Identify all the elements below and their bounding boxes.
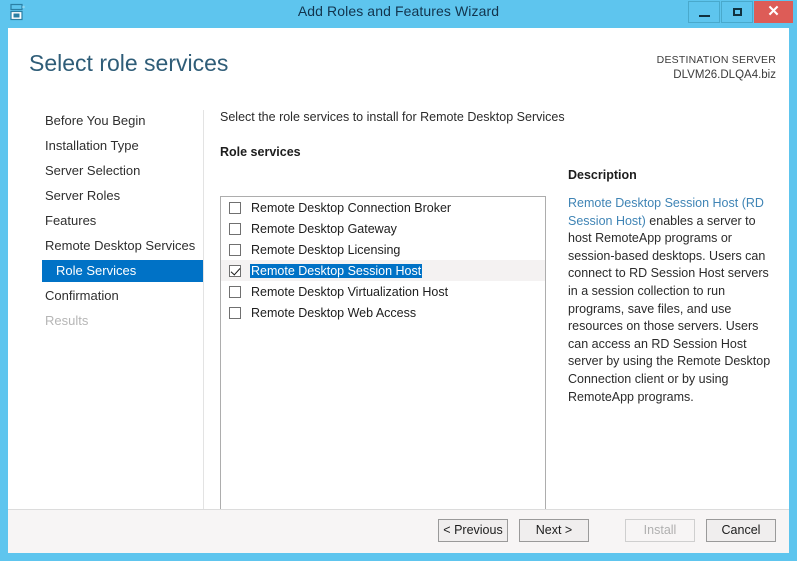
- description-rest: enables a server to host RemoteApp progr…: [568, 214, 770, 404]
- footer-button-row: < Previous Next > Install Cancel: [427, 519, 776, 542]
- role-service-row[interactable]: Remote Desktop Virtualization Host: [221, 281, 545, 302]
- role-service-row[interactable]: Remote Desktop Gateway: [221, 218, 545, 239]
- close-button[interactable]: ✕: [754, 1, 793, 23]
- checkbox-icon[interactable]: [229, 307, 241, 319]
- sidebar-item-server-roles[interactable]: Server Roles: [8, 185, 204, 207]
- main-content: Select the role services to install for …: [220, 110, 780, 159]
- description-body: Remote Desktop Session Host (RD Session …: [568, 195, 780, 406]
- checkbox-icon[interactable]: [229, 244, 241, 256]
- title-bar[interactable]: Add Roles and Features Wizard ✕: [0, 0, 797, 25]
- role-service-row[interactable]: Remote Desktop Session Host: [221, 260, 545, 281]
- role-service-row[interactable]: Remote Desktop Web Access: [221, 302, 545, 323]
- destination-server-name: DLVM26.DLQA4.biz: [657, 68, 776, 83]
- window-controls: ✕: [687, 1, 793, 23]
- sidebar-item-server-selection[interactable]: Server Selection: [8, 160, 204, 182]
- role-service-row[interactable]: Remote Desktop Licensing: [221, 239, 545, 260]
- sidebar-item-results[interactable]: Results: [8, 310, 204, 332]
- instruction-text: Select the role services to install for …: [220, 110, 780, 124]
- role-service-label: Remote Desktop Gateway: [250, 222, 398, 236]
- destination-server-label: DESTINATION SERVER: [657, 53, 776, 68]
- role-service-row[interactable]: Remote Desktop Connection Broker: [221, 197, 545, 218]
- next-button[interactable]: Next >: [519, 519, 589, 542]
- role-services-section-label: Role services: [220, 145, 780, 159]
- sidebar-divider: [203, 110, 204, 520]
- checkbox-icon[interactable]: [229, 265, 241, 277]
- description-title: Description: [568, 168, 780, 182]
- install-button: Install: [625, 519, 695, 542]
- window-title: Add Roles and Features Wizard: [0, 3, 797, 19]
- minimize-icon: [699, 15, 710, 17]
- sidebar-item-installation-type[interactable]: Installation Type: [8, 135, 204, 157]
- role-service-label: Remote Desktop Virtualization Host: [250, 285, 449, 299]
- destination-server-block: DESTINATION SERVER DLVM26.DLQA4.biz: [657, 53, 776, 83]
- maximize-button[interactable]: [721, 1, 753, 23]
- maximize-icon: [733, 8, 742, 16]
- sidebar-item-before-you-begin[interactable]: Before You Begin: [8, 110, 204, 132]
- checkbox-icon[interactable]: [229, 286, 241, 298]
- page-title: Select role services: [29, 50, 228, 77]
- wizard-client-area: Select role services DESTINATION SERVER …: [8, 28, 789, 553]
- sidebar-item-confirmation[interactable]: Confirmation: [8, 285, 204, 307]
- role-service-label: Remote Desktop Web Access: [250, 306, 417, 320]
- role-service-label: Remote Desktop Connection Broker: [250, 201, 452, 215]
- role-services-list[interactable]: Remote Desktop Connection Broker Remote D…: [220, 196, 546, 525]
- sidebar-item-features[interactable]: Features: [8, 210, 204, 232]
- sidebar-item-remote-desktop-services[interactable]: Remote Desktop Services: [8, 235, 204, 257]
- wizard-footer: < Previous Next > Install Cancel: [8, 509, 789, 553]
- wizard-window: Add Roles and Features Wizard ✕ Select r…: [0, 0, 797, 561]
- description-panel: Description Remote Desktop Session Host …: [568, 168, 780, 406]
- cancel-button[interactable]: Cancel: [706, 519, 776, 542]
- role-service-label: Remote Desktop Session Host: [250, 264, 422, 278]
- checkbox-icon[interactable]: [229, 202, 241, 214]
- minimize-button[interactable]: [688, 1, 720, 23]
- checkbox-icon[interactable]: [229, 223, 241, 235]
- close-icon: ✕: [755, 2, 792, 22]
- role-service-label: Remote Desktop Licensing: [250, 243, 401, 257]
- previous-button[interactable]: < Previous: [438, 519, 508, 542]
- sidebar-item-role-services[interactable]: Role Services: [42, 260, 203, 282]
- wizard-steps-nav: Before You Begin Installation Type Server …: [8, 110, 204, 335]
